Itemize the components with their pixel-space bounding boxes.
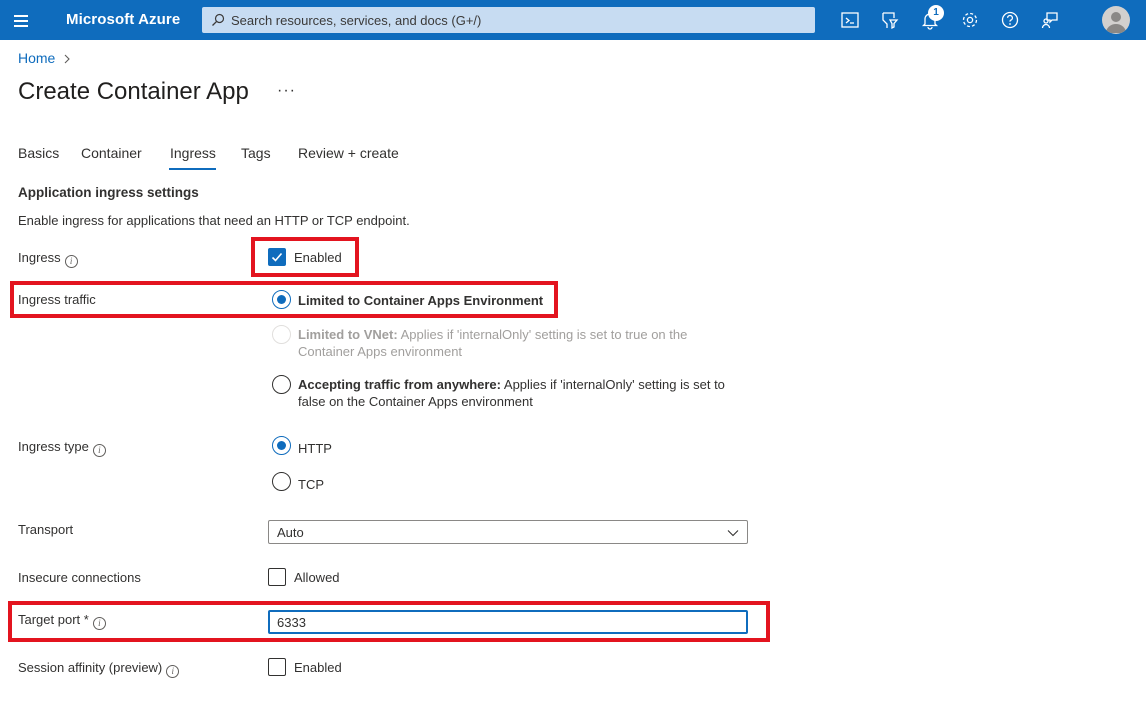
session-affinity-enabled-label: Enabled <box>294 660 342 675</box>
help-icon[interactable] <box>1000 10 1020 30</box>
radio-limited-vnet-label: Limited to VNet: Applies if 'internalOnl… <box>298 326 738 360</box>
chevron-down-icon <box>727 530 739 537</box>
chevron-right-icon <box>64 54 70 64</box>
session-affinity-checkbox[interactable] <box>268 658 286 676</box>
tab-review-create[interactable]: Review + create <box>298 145 399 161</box>
radio-limited-environment-title: Limited to Container Apps Environment <box>298 293 544 308</box>
page-title: Create Container App <box>18 78 249 105</box>
tab-ingress[interactable]: Ingress <box>170 145 216 161</box>
transport-value: Auto <box>277 525 304 540</box>
section-description: Enable ingress for applications that nee… <box>18 213 410 228</box>
session-affinity-label-text: Session affinity (preview) <box>18 660 163 675</box>
radio-limited-vnet-desc: Applies if 'internalOnly' setting is set… <box>397 327 688 342</box>
transport-label: Transport <box>18 522 74 537</box>
feedback-icon[interactable] <box>1040 10 1060 30</box>
info-icon[interactable]: i <box>92 617 106 630</box>
settings-icon[interactable] <box>960 10 980 30</box>
info-icon[interactable]: i <box>64 255 78 268</box>
radio-accept-anywhere-desc-2: false on the Container Apps environment <box>298 394 533 409</box>
notification-badge: 1 <box>928 5 944 21</box>
insecure-allowed-label: Allowed <box>294 570 340 585</box>
radio-tcp-label: TCP <box>298 477 324 492</box>
checkmark-icon <box>271 252 283 262</box>
required-asterisk: * <box>83 612 89 627</box>
search-placeholder: Search resources, services, and docs (G+… <box>231 13 482 28</box>
menu-icon[interactable] <box>12 12 32 28</box>
insecure-allowed-checkbox[interactable] <box>268 568 286 586</box>
section-title: Application ingress settings <box>18 185 199 200</box>
tab-tags[interactable]: Tags <box>241 145 271 161</box>
radio-accept-anywhere-label: Accepting traffic from anywhere: Applies… <box>298 376 738 410</box>
tab-container[interactable]: Container <box>81 145 142 161</box>
radio-limited-vnet-title: Limited to VNet: <box>298 327 398 342</box>
brand-title[interactable]: Microsoft Azure <box>66 11 180 28</box>
radio-limited-vnet-desc-2: Container Apps environment <box>298 344 463 359</box>
cloud-shell-icon[interactable] <box>840 10 860 30</box>
target-port-label-text: Target port <box>18 612 81 627</box>
radio-limited-environment[interactable] <box>272 290 291 309</box>
ingress-type-label-text: Ingress type <box>18 439 89 454</box>
target-port-label: Target port * i <box>18 612 106 630</box>
info-icon[interactable]: i <box>166 665 180 678</box>
radio-limited-environment-label: Limited to Container Apps Environment <box>298 292 738 309</box>
search-icon <box>212 13 225 26</box>
radio-tcp[interactable] <box>272 472 291 491</box>
ingress-label-text: Ingress <box>18 250 61 265</box>
search-box[interactable]: Search resources, services, and docs (G+… <box>202 7 815 33</box>
top-bar: Microsoft Azure Search resources, servic… <box>0 0 1146 40</box>
ingress-enabled-checkbox[interactable] <box>268 248 286 266</box>
transport-dropdown[interactable]: Auto <box>268 520 748 544</box>
directory-filter-icon[interactable] <box>880 10 900 30</box>
ingress-label: Ingress i <box>18 250 78 268</box>
insecure-connections-label: Insecure connections <box>18 570 141 585</box>
avatar[interactable] <box>1102 6 1130 34</box>
radio-accept-anywhere-title: Accepting traffic from anywhere: <box>298 377 501 392</box>
active-tab-indicator <box>169 168 216 170</box>
session-affinity-label: Session affinity (preview) i <box>18 660 180 678</box>
info-icon[interactable]: i <box>92 444 106 457</box>
breadcrumb-home[interactable]: Home <box>18 50 55 66</box>
ingress-traffic-label: Ingress traffic <box>18 292 96 307</box>
radio-accept-anywhere-desc: Applies if 'internalOnly' setting is set… <box>501 377 725 392</box>
more-options-button[interactable]: ··· <box>277 82 296 100</box>
radio-http-label: HTTP <box>298 441 332 456</box>
tab-basics[interactable]: Basics <box>18 145 59 161</box>
radio-accept-anywhere[interactable] <box>272 375 291 394</box>
ingress-enabled-label: Enabled <box>294 250 342 265</box>
target-port-input[interactable] <box>268 610 748 634</box>
radio-limited-vnet <box>272 325 291 344</box>
radio-http[interactable] <box>272 436 291 455</box>
ingress-type-label: Ingress type i <box>18 439 106 457</box>
